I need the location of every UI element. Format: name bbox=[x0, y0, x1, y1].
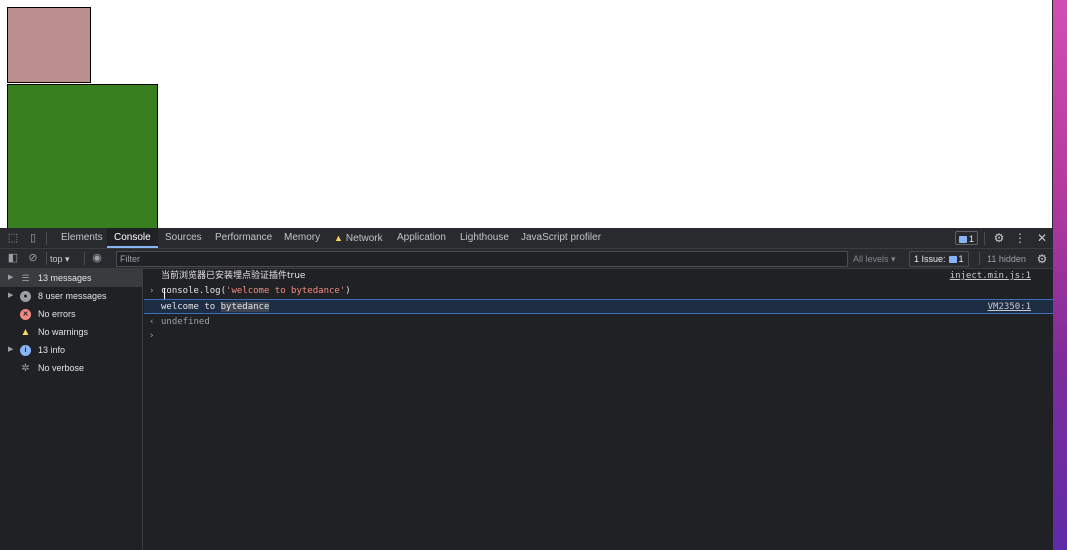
code-string: 'welcome to bytedance' bbox=[226, 286, 346, 296]
sidebar-item-messages[interactable]: ▶ ☰ 13 messages bbox=[0, 269, 142, 287]
console-result-line: ‹ undefined bbox=[144, 315, 1053, 330]
code-close: ) bbox=[345, 286, 351, 296]
selected-text: bytedance bbox=[220, 302, 270, 312]
tab-lighthouse[interactable]: Lighthouse bbox=[453, 228, 516, 248]
input-code: console.log('welcome to bytedance') bbox=[161, 284, 351, 299]
tab-elements[interactable]: Elements bbox=[54, 228, 110, 248]
info-icon: i bbox=[20, 345, 31, 356]
sidebar-item-label: 13 info bbox=[38, 345, 66, 355]
source-link[interactable]: VM2350:1 bbox=[988, 300, 1031, 315]
issues-button[interactable]: 1 Issue: 1 bbox=[909, 251, 969, 267]
user-icon: ● bbox=[20, 291, 31, 302]
issues-count: 1 bbox=[958, 254, 964, 264]
more-options-icon[interactable]: ⋮ bbox=[1013, 231, 1027, 245]
list-icon: ☰ bbox=[21, 273, 30, 283]
expand-arrow-icon[interactable]: ▶ bbox=[8, 269, 13, 287]
expand-arrow-icon[interactable]: ▶ bbox=[8, 341, 13, 359]
page-viewport bbox=[0, 0, 1053, 230]
sidebar-item-errors[interactable]: ✕ No errors bbox=[0, 305, 142, 323]
sidebar-item-label: 13 messages bbox=[38, 273, 92, 283]
console-settings-gear-icon[interactable]: ⚙ bbox=[1035, 252, 1049, 266]
sidebar-item-user-messages[interactable]: ▶ ● 8 user messages bbox=[0, 287, 142, 305]
desktop-background bbox=[1053, 0, 1067, 550]
green-box bbox=[7, 84, 158, 230]
tab-network[interactable]: ▲ Network bbox=[327, 228, 390, 248]
console-log-line: 当前浏览器已安装埋点验证插件true inject.min.js:1 bbox=[144, 269, 1053, 284]
context-select-value: top bbox=[50, 254, 63, 264]
clear-console-icon[interactable]: ⊘ bbox=[26, 252, 40, 265]
device-toolbar-icon[interactable]: ▯ bbox=[26, 232, 40, 245]
tab-memory[interactable]: Memory bbox=[277, 228, 327, 248]
settings-gear-icon[interactable]: ⚙ bbox=[992, 231, 1006, 245]
show-sidebar-icon[interactable]: ◧ bbox=[6, 252, 20, 265]
pink-box bbox=[7, 7, 91, 83]
mouse-cursor-icon bbox=[164, 288, 172, 299]
devtools-panel: ⬚ ▯ Elements Console Sources Performance… bbox=[0, 228, 1053, 550]
close-icon[interactable]: ✕ bbox=[1035, 231, 1049, 245]
toolbar-divider-2 bbox=[84, 252, 85, 265]
filter-input[interactable]: Filter bbox=[116, 251, 848, 267]
tab-network-label: Network bbox=[345, 233, 383, 244]
result-value: undefined bbox=[161, 317, 210, 327]
hidden-messages-count: 11 hidden bbox=[987, 254, 1026, 264]
prompt-chevron-icon: › bbox=[149, 331, 155, 341]
sidebar-item-warnings[interactable]: ▲ No warnings bbox=[0, 323, 142, 341]
source-link[interactable]: inject.min.js:1 bbox=[950, 269, 1031, 284]
tabbar-divider-right bbox=[984, 232, 985, 245]
sidebar-item-label: 8 user messages bbox=[38, 291, 107, 301]
console-input-line: › console.log('welcome to bytedance') bbox=[144, 284, 1053, 299]
tab-application[interactable]: Application bbox=[390, 228, 453, 248]
log-levels-dropdown[interactable]: All levels ▾ bbox=[853, 252, 896, 266]
console-prompt-line[interactable]: › bbox=[144, 329, 1053, 344]
result-arrow-icon: ‹ bbox=[149, 317, 155, 327]
toolbar-divider bbox=[46, 252, 47, 265]
tab-javascript-profiler[interactable]: JavaScript profiler bbox=[514, 228, 608, 248]
console-log-line-highlighted: welcome to bytedance VM2350:1 bbox=[144, 299, 1053, 314]
inspect-element-icon[interactable]: ⬚ bbox=[6, 232, 20, 245]
tabbar-divider bbox=[46, 232, 47, 245]
issues-label: 1 Issue: bbox=[914, 254, 946, 264]
tab-performance[interactable]: Performance bbox=[208, 228, 279, 248]
toolbar-divider-3 bbox=[979, 252, 980, 265]
console-sidebar: ▶ ☰ 13 messages ▶ ● 8 user messages ✕ No… bbox=[0, 269, 143, 550]
context-select[interactable]: top ▾ bbox=[50, 252, 70, 266]
message-icon bbox=[959, 236, 967, 244]
expand-arrow-icon[interactable]: ▶ bbox=[8, 287, 13, 305]
devtools-tabbar: ⬚ ▯ Elements Console Sources Performance… bbox=[0, 228, 1053, 249]
console-toolbar: ◧ ⊘ top ▾ ◉ Filter All levels ▾ 1 Issue:… bbox=[0, 249, 1053, 269]
log-levels-value: All levels bbox=[853, 254, 889, 264]
log-message: welcome to bytedance bbox=[161, 300, 270, 315]
live-expression-eye-icon[interactable]: ◉ bbox=[90, 252, 104, 265]
sidebar-item-label: No warnings bbox=[38, 327, 89, 337]
verbose-bug-icon: ✲ bbox=[21, 363, 30, 374]
messages-badge[interactable]: 1 bbox=[955, 231, 979, 245]
log-text: welcome to bbox=[161, 302, 221, 312]
issue-icon bbox=[948, 256, 957, 264]
sidebar-item-label: No errors bbox=[38, 309, 76, 319]
warning-icon: ▲ bbox=[334, 233, 343, 243]
sidebar-item-label: No verbose bbox=[38, 363, 85, 373]
input-chevron-icon: › bbox=[149, 286, 155, 296]
sidebar-item-verbose[interactable]: ✲ No verbose bbox=[0, 359, 142, 377]
console-output[interactable]: 当前浏览器已安装埋点验证插件true inject.min.js:1 › con… bbox=[144, 269, 1053, 550]
error-icon: ✕ bbox=[20, 309, 31, 320]
log-message: 当前浏览器已安装埋点验证插件true bbox=[161, 271, 306, 281]
warning-icon: ▲ bbox=[20, 327, 31, 338]
sidebar-item-info[interactable]: ▶ i 13 info bbox=[0, 341, 142, 359]
messages-count: 1 bbox=[969, 234, 975, 244]
tab-sources[interactable]: Sources bbox=[158, 228, 209, 248]
tab-console[interactable]: Console bbox=[107, 228, 158, 248]
